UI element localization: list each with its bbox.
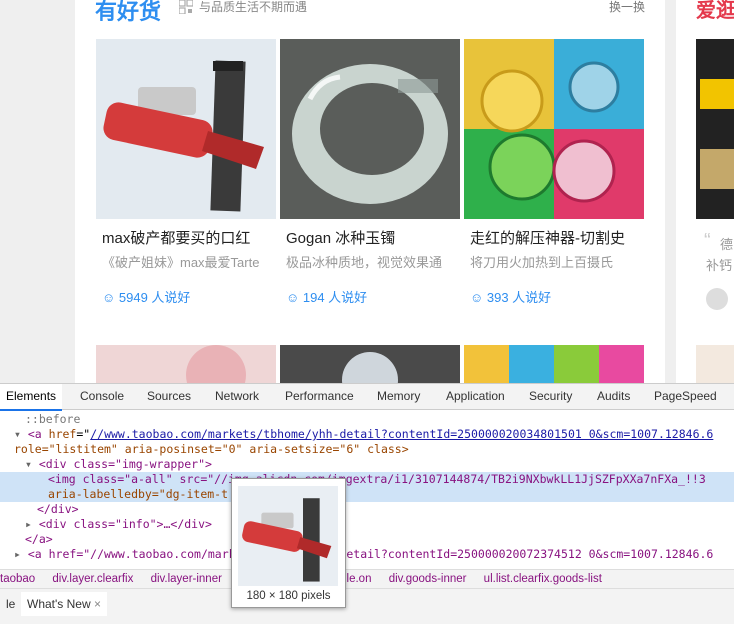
product-title[interactable]: max破产都要买的口红 [96,229,276,249]
collapsed-triangle-icon[interactable]: ▸ [14,547,28,561]
dom-tree[interactable]: ::before ▾ <a href="//www.taobao.com/mar… [0,410,734,568]
product-card[interactable]: Gogan 冰种玉镯 极品冰种质地，视觉效果通 ☺ 194 人说好 [280,39,460,306]
product-image[interactable] [696,345,734,383]
tab-memory[interactable]: Memory [371,384,426,409]
product-image[interactable] [96,39,276,219]
image-dimensions: 180 × 180 pixels [246,590,331,602]
devtools-panel: Elements Console Sources Network Perform… [0,383,734,624]
qr-code-icon [179,0,193,14]
product-card[interactable]: 走红的解压神器-切割史 将刀用火加热到上百摄氏 ☺ 393 人说好 [464,39,644,306]
image-preview-tooltip: 180 × 180 pixels [231,478,346,608]
drawer-tab-label: What's New [27,597,91,611]
devtools-tabbar: Elements Console Sources Network Perform… [0,384,734,411]
tab-security[interactable]: Security [523,384,578,409]
product-desc: 《破产姐妹》max最爱Tarte [102,255,260,270]
collapsed-triangle-icon[interactable]: ▸ [25,517,39,531]
likes-count: ☺ 393 人说好 [470,290,552,305]
likes-count: ☺ 5949 人说好 [102,290,191,305]
dom-node-div-close[interactable]: </div> [0,502,734,517]
product-image[interactable] [696,39,734,219]
tab-sources[interactable]: Sources [141,384,197,409]
refresh-link[interactable]: 换一换 [609,0,645,14]
product-image[interactable] [280,39,460,219]
module-title: 有好货 [95,0,162,25]
likes-count: ☺ 194 人说好 [286,290,368,305]
tab-audits[interactable]: Audits [591,384,636,409]
breadcrumb-item[interactable]: div.goods-inner [389,570,467,588]
quote-icon: “ [704,230,711,252]
right-module: 爱逛街 “ 德 补钙 [676,0,734,383]
product-card[interactable]: max破产都要买的口红 《破产姐妹》max最爱Tarte ☺ 5949 人说好 [96,39,276,306]
expand-triangle-icon[interactable]: ▾ [14,427,28,441]
tab-console[interactable]: Console [74,384,130,409]
drawer-tabbar: le What's New × [0,589,734,624]
product-title[interactable]: 走红的解压神器-切割史 [464,229,644,249]
dom-node-a2[interactable]: ▸ <a href="//www.taobao.com/markets/tbho… [0,547,734,562]
product-title[interactable]: Gogan 冰种玉镯 [280,229,460,249]
tab-elements[interactable]: Elements [0,384,63,411]
breadcrumb-item[interactable]: ul.list.clearfix.goods-list [484,570,602,588]
drawer-tab-console[interactable]: le [0,592,21,616]
taobao-page: 有好货 与品质生活不期而遇 换一换 max破产都要买的口红 《破产姐妹》max最… [0,0,734,383]
breadcrumb: taobao div.layer.clearfix div.layer-inne… [0,569,734,589]
close-icon[interactable]: × [94,597,101,611]
product-desc: 极品冰种质地，视觉效果通 [286,255,443,270]
dom-node-a-close[interactable]: </a> [0,532,734,547]
tab-performance[interactable]: Performance [279,384,360,409]
right-title-partial: 德 [720,237,734,252]
avatar [706,288,728,310]
tab-application[interactable]: Application [440,384,511,409]
product-image[interactable] [464,39,644,219]
pseudo-before[interactable]: ::before [0,412,734,427]
breadcrumb-item[interactable]: div.layer.clearfix [52,570,133,588]
dom-node-a[interactable]: ▾ <a href="//www.taobao.com/markets/tbho… [0,427,734,442]
dom-node-img-selected[interactable]: <img class="a-all" src="//img.alicdn.com… [0,472,734,487]
tab-pagespeed[interactable]: PageSpeed [648,384,723,409]
dom-node-img-attrs[interactable]: aria-labelledby="dg-item-t [0,487,734,502]
product-desc: 将刀用火加热到上百摄氏 [470,255,614,270]
tab-network[interactable]: Network [209,384,265,409]
right-desc: 补钙 [706,258,733,273]
dom-node-a-attrs[interactable]: role="listitem" aria-posinset="0" aria-s… [0,442,734,457]
right-module-title: 爱逛街 [696,0,734,22]
product-image[interactable] [96,345,276,383]
product-image[interactable] [464,345,644,383]
expand-triangle-icon[interactable]: ▾ [25,457,39,471]
preview-thumbnail [238,486,338,586]
goods-module: 有好货 与品质生活不期而遇 换一换 max破产都要买的口红 《破产姐妹》max最… [75,0,665,383]
product-image[interactable] [280,345,460,383]
dom-node-info[interactable]: ▸ <div class="info">…</div> [0,517,734,532]
dom-node-img-wrapper[interactable]: ▾ <div class="img-wrapper"> [0,457,734,472]
breadcrumb-item[interactable]: div.layer-inner [151,570,222,588]
drawer-tab-whats-new[interactable]: What's New × [21,592,107,616]
breadcrumb-item[interactable]: taobao [0,570,35,588]
module-subtitle: 与品质生活不期而遇 [199,0,308,14]
